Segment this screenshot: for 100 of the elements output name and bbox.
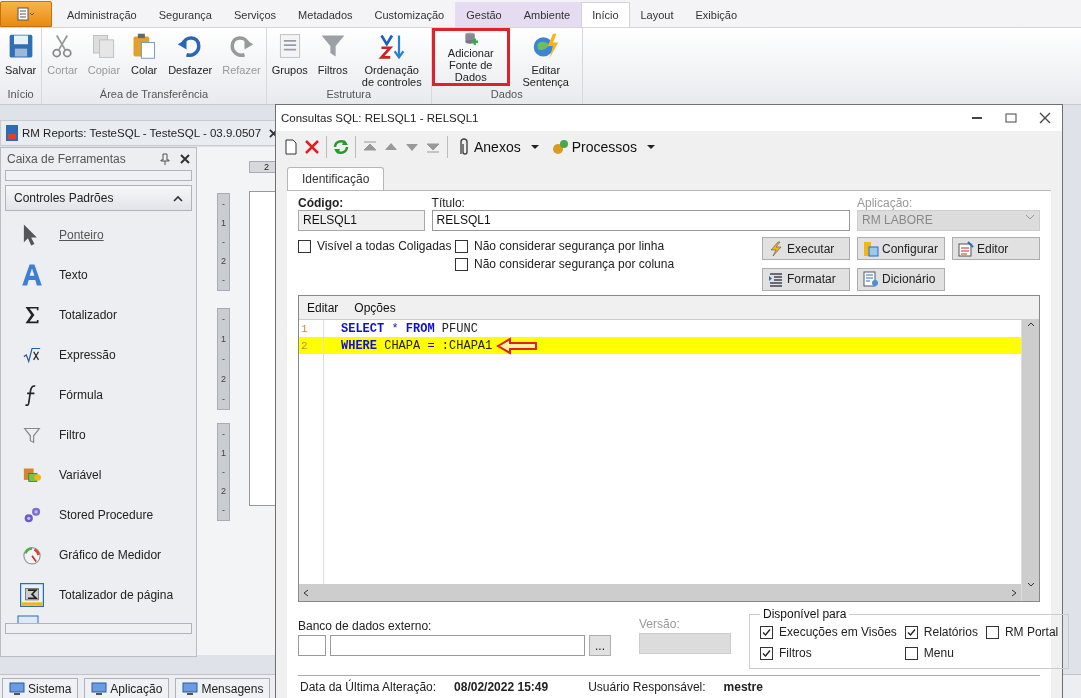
scroll-up-button[interactable] xyxy=(5,170,192,181)
ribbon-button[interactable]: Desfazer xyxy=(163,30,218,78)
horizontal-scrollbar[interactable] xyxy=(299,584,1021,601)
checkbox[interactable]: Execuções em Visões xyxy=(760,623,897,641)
action-button[interactable]: Configurar xyxy=(857,237,945,260)
code-line: WHERE CHAPA = :CHAPA1 xyxy=(340,338,493,353)
check-icon xyxy=(762,627,771,637)
ribbon-tab[interactable]: Administração xyxy=(56,2,148,27)
tab[interactable]: Identificação xyxy=(287,167,385,190)
field-label: Aplicação: xyxy=(857,196,914,210)
editor-menu-item[interactable]: Opções xyxy=(346,296,404,319)
ribbon-icon xyxy=(377,32,406,60)
toolbar-menu[interactable]: Processos xyxy=(546,138,661,156)
ribbon-tab[interactable]: Gestão xyxy=(455,2,513,27)
toolbox-item[interactable]: Expressão xyxy=(1,335,122,375)
refresh-icon[interactable] xyxy=(332,138,350,156)
footer-label: Data da Última Alteração: xyxy=(300,680,437,694)
monitor-icon xyxy=(91,682,108,696)
caret-icon xyxy=(529,144,540,150)
line-number: 2 xyxy=(300,339,309,352)
group-label: Área de Transferência xyxy=(99,88,209,100)
checkbox[interactable]: RM Portal xyxy=(985,623,1059,641)
menu-icon xyxy=(17,7,35,21)
toolbox-item[interactable]: Texto xyxy=(1,255,94,295)
status-button[interactable]: Mensagens xyxy=(175,678,271,698)
toolbox-item[interactable]: Ponteiro xyxy=(1,215,110,255)
checkbox[interactable]: Filtros xyxy=(760,644,897,662)
toolbox-item[interactable]: Variável xyxy=(1,455,108,495)
button-icon xyxy=(863,271,879,287)
browse-button[interactable]: ... xyxy=(589,635,611,656)
arrow-icon xyxy=(496,336,539,355)
ribbon-tab[interactable]: Início xyxy=(581,2,630,27)
toolbox-group[interactable]: Controles Padrões xyxy=(5,185,192,211)
ribbon-button[interactable]: Colar xyxy=(125,30,164,78)
code-line: SELECT * FROM PFUNC xyxy=(340,321,478,336)
ribbon-tab[interactable]: Segurança xyxy=(147,2,223,27)
code-editor[interactable]: 1 SELECT * FROM PFUNC 2 WHERE CHAPA = :CHAPA1 xyxy=(299,320,1021,584)
button-icon xyxy=(958,240,974,257)
ribbon-button[interactable]: Ordenação de controles xyxy=(352,30,431,90)
title-field[interactable]: RELSQL1 xyxy=(431,210,850,231)
footer-value: 08/02/2022 15:49 xyxy=(454,680,549,694)
group-label: Estrutura xyxy=(326,88,372,100)
toolbox-item[interactable]: Stored Procedure xyxy=(1,495,160,535)
toolbox-item[interactable]: Gráfico de Medidor xyxy=(1,535,168,575)
status-button[interactable]: Sistema xyxy=(2,678,79,698)
checkbox[interactable]: Relatórios xyxy=(904,623,978,641)
minimize-icon[interactable] xyxy=(971,116,983,120)
vertical-scrollbar[interactable] xyxy=(1021,320,1039,601)
group-label: Dados xyxy=(490,88,523,100)
input-field[interactable] xyxy=(298,635,326,656)
action-button[interactable]: Dicionário xyxy=(857,267,945,291)
toolbox-item[interactable]: Totalizador de página xyxy=(1,575,180,615)
caret-icon xyxy=(646,144,657,150)
status-button[interactable]: Aplicação xyxy=(84,678,170,698)
action-button[interactable]: Executar xyxy=(762,237,850,260)
paperclip-icon xyxy=(457,138,471,156)
checkbox[interactable]: Visível a todas Coligadas xyxy=(298,237,452,255)
ruler: - 1 - 2 - xyxy=(217,423,230,521)
field-label: Código: xyxy=(298,196,345,210)
ribbon-tab[interactable]: Serviços xyxy=(222,2,288,27)
ribbon-button[interactable]: Grupos xyxy=(266,30,313,78)
scroll-down-button[interactable] xyxy=(5,623,192,634)
toolbox-item[interactable]: Filtro xyxy=(1,415,92,455)
ribbon-tab[interactable]: Customização xyxy=(363,2,456,27)
close-icon[interactable] xyxy=(180,154,190,164)
app-menu-button[interactable] xyxy=(0,1,52,27)
group-label: Início xyxy=(7,88,34,100)
checkbox[interactable]: Menu xyxy=(904,644,978,662)
field-label: Título: xyxy=(431,196,466,210)
toolbar-menu[interactable]: Anexos xyxy=(453,138,544,156)
ribbon-tab[interactable]: Layout xyxy=(629,2,685,27)
ribbon-tab[interactable]: Exibição xyxy=(684,2,749,27)
checkbox[interactable]: Não considerar segurança por linha xyxy=(455,237,675,255)
tool-icon xyxy=(19,262,45,288)
action-button[interactable]: Editor xyxy=(952,237,1040,260)
tab-title: RM Reports: TesteSQL - TesteSQL - 03.9.0507 xyxy=(22,127,262,139)
ribbon-button[interactable]: Filtros xyxy=(312,30,353,78)
editor-menu-item[interactable]: Editar xyxy=(299,296,347,319)
toolbox-item[interactable]: Totalizador xyxy=(1,295,124,335)
panel-title: Caixa de Ferramentas xyxy=(7,152,127,166)
toolbox-item[interactable]: Fórmula xyxy=(1,375,109,415)
ribbon-tab[interactable]: Metadados xyxy=(287,2,364,27)
report-icon xyxy=(6,125,18,141)
input-field[interactable] xyxy=(330,635,585,656)
delete-icon[interactable] xyxy=(303,138,321,156)
restore-icon[interactable] xyxy=(1005,113,1017,123)
ribbon-button[interactable]: Editar Sentença xyxy=(509,30,582,90)
ribbon-tab[interactable]: Ambiente xyxy=(512,2,582,27)
monitor-icon xyxy=(9,682,25,696)
ribbon-button[interactable]: Adicionar Fonte de Dados xyxy=(431,28,510,86)
options-group: Disponível para Execuções em Visões Relatórios RM Portal Filtros Menu xyxy=(749,607,1070,669)
action-button[interactable]: Formatar xyxy=(762,267,850,291)
ruler: - 1 - 2 - xyxy=(217,193,230,291)
pin-icon[interactable] xyxy=(160,153,170,165)
footer-label: Usuário Responsável: xyxy=(588,680,706,694)
button-icon xyxy=(768,240,784,257)
ribbon-button[interactable]: Salvar xyxy=(0,30,42,78)
code-field[interactable]: RELSQL1 xyxy=(298,210,425,231)
checkbox[interactable]: Não considerar segurança por coluna xyxy=(455,255,675,273)
close-icon[interactable] xyxy=(1039,112,1051,124)
